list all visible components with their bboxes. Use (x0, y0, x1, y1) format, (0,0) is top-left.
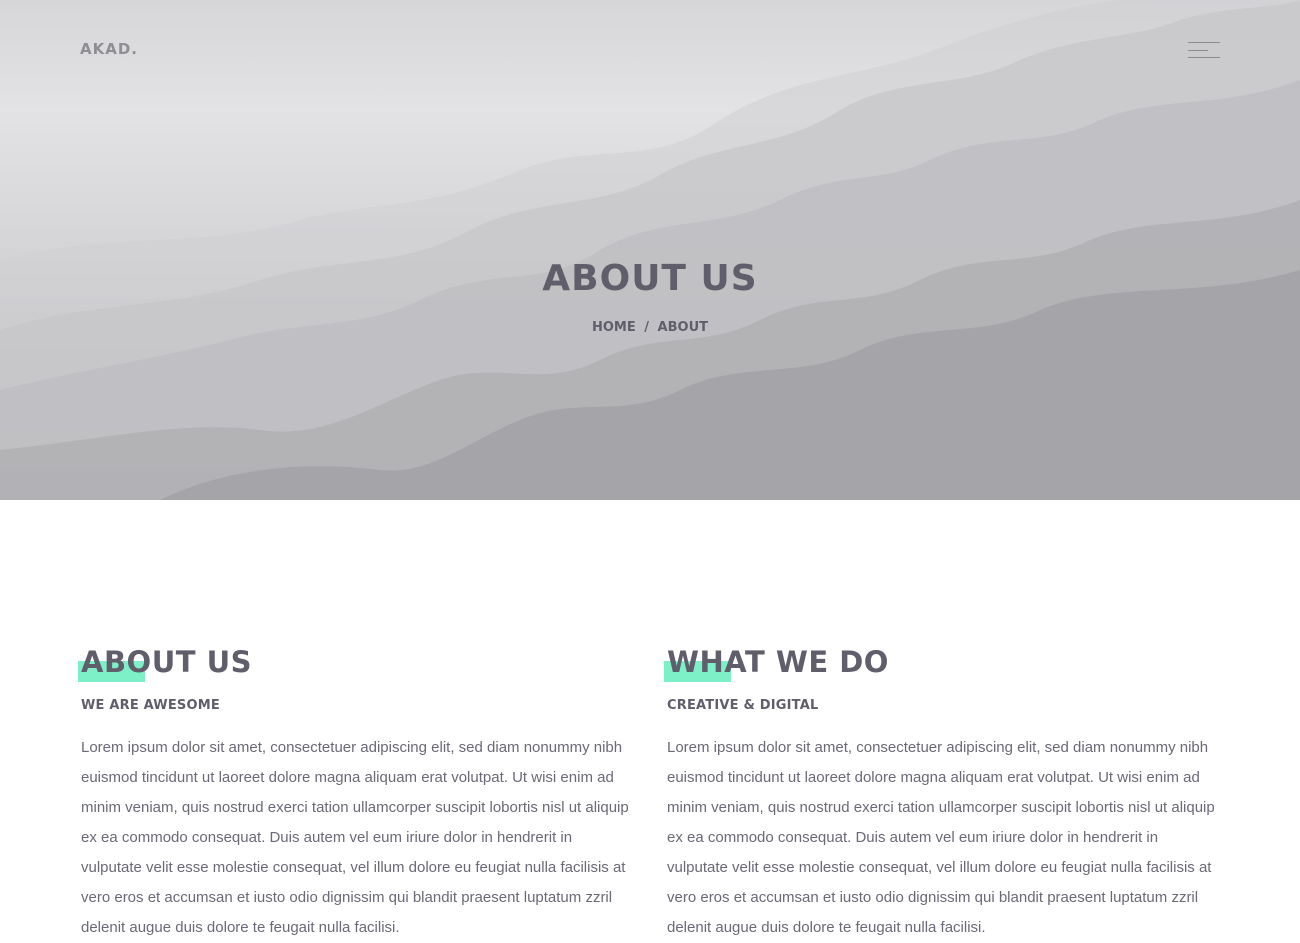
breadcrumb-current: ABOUT (657, 320, 708, 335)
site-logo[interactable]: AKAD. (80, 40, 138, 58)
section-heading: ABOUT US (81, 645, 253, 679)
section-body-text: Lorem ipsum dolor sit amet, consectetuer… (81, 739, 629, 936)
menu-line (1188, 57, 1220, 58)
breadcrumb-home-link[interactable]: HOME (592, 320, 636, 335)
menu-line (1188, 50, 1208, 51)
section-body-text: Lorem ipsum dolor sit amet, consectetuer… (667, 739, 1215, 936)
hamburger-menu-icon[interactable] (1186, 40, 1220, 60)
breadcrumb-separator: / (644, 320, 650, 335)
menu-line (1188, 42, 1220, 43)
section-subtitle: CREATIVE & DIGITAL (667, 698, 819, 713)
what-we-do-section: WHAT WE DO CREATIVE & DIGITAL Lorem ipsu… (664, 640, 1223, 943)
section-heading: WHAT WE DO (667, 645, 889, 679)
breadcrumb: HOME / ABOUT (0, 320, 1300, 335)
section-subtitle: WE ARE AWESOME (81, 698, 220, 713)
hero-banner: AKAD. ABOUT US HOME / ABOUT (0, 0, 1300, 500)
about-us-section: ABOUT US WE ARE AWESOME Lorem ipsum dolo… (78, 640, 637, 943)
page-title: ABOUT US (542, 258, 758, 299)
mountain-background-image (0, 0, 1300, 500)
